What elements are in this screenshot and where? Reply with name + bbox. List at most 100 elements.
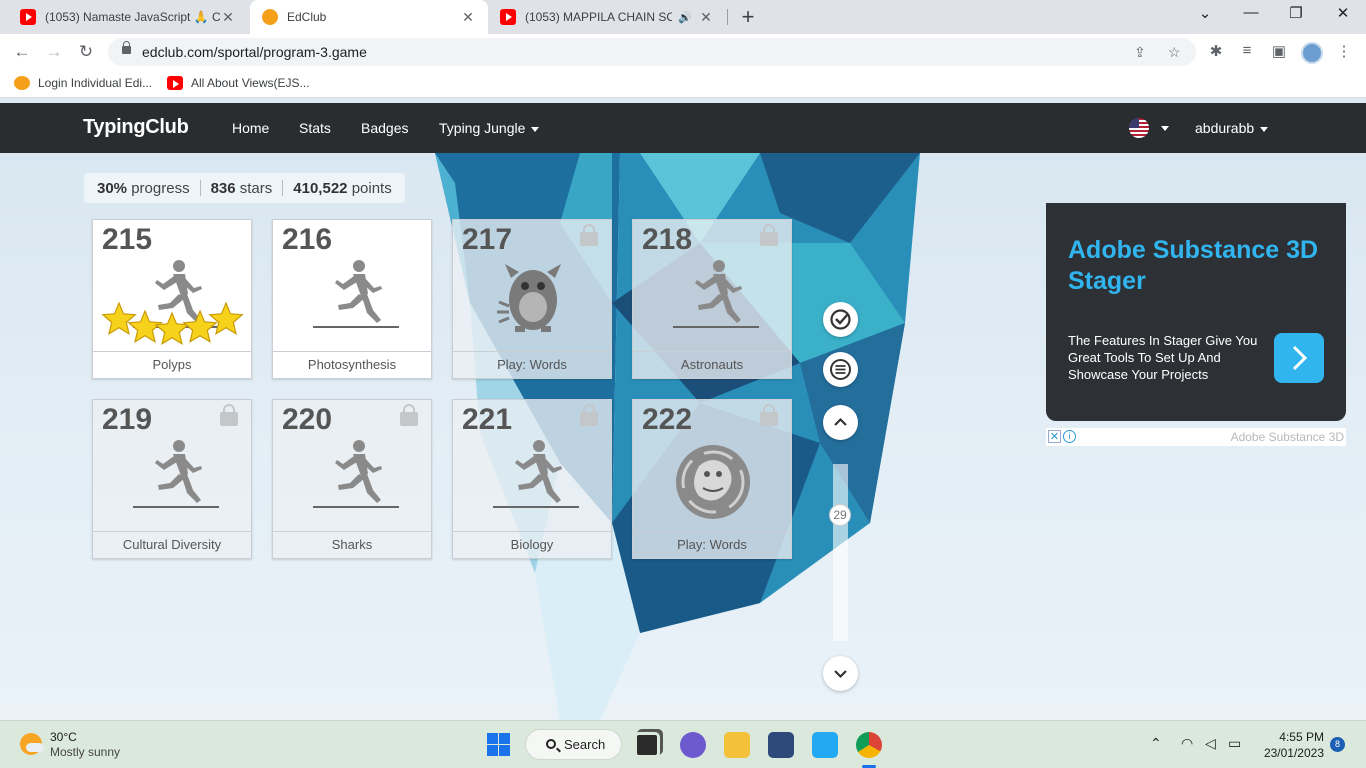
media-control-icon[interactable]: ≡ [1237, 42, 1257, 59]
tab-namaste-javascript[interactable]: (1053) Namaste JavaScript 🙏 Co ✕ [8, 0, 248, 34]
lesson-card-222[interactable]: 222 Play: Words [632, 399, 792, 559]
windows-start-button[interactable] [487, 733, 510, 756]
nav-typing-jungle[interactable]: Typing Jungle [439, 120, 540, 136]
close-icon[interactable]: ✕ [220, 9, 236, 26]
close-icon[interactable]: ✕ [698, 9, 714, 26]
nav-stats[interactable]: Stats [299, 120, 331, 136]
us-flag-icon[interactable] [1129, 118, 1149, 138]
user-menu[interactable]: abdurabb [1195, 120, 1269, 136]
lesson-card-219[interactable]: 219 Cultural Diversity [92, 399, 252, 559]
adobe-ad-banner[interactable]: Adobe Substance 3D Stager The Features I… [1046, 203, 1346, 421]
forward-button[interactable]: → [42, 40, 66, 64]
check-circle-button[interactable] [823, 302, 858, 337]
volume-icon[interactable]: ◁ [1205, 735, 1216, 752]
address-bar[interactable]: edclub.com/sportal/program-3.game ⇪ ☆ [108, 38, 1196, 66]
nav-home[interactable]: Home [232, 120, 269, 136]
lock-icon [580, 404, 598, 426]
close-icon[interactable]: ✕ [460, 9, 476, 26]
lesson-title: Biology [453, 531, 611, 558]
lesson-card-215[interactable]: 215 Polyps [92, 219, 252, 379]
tab-edclub[interactable]: EdClub ✕ [250, 0, 488, 34]
maximize-button[interactable]: ❐ [1281, 4, 1311, 22]
teams-chat-icon[interactable] [680, 732, 706, 758]
task-view-icon[interactable] [634, 732, 660, 758]
stars-label: stars [239, 179, 273, 197]
tab-search-chevron-icon[interactable]: ⌄ [1190, 4, 1220, 22]
username: abdurabb [1195, 120, 1255, 136]
window-close-button[interactable]: ✕ [1328, 4, 1358, 22]
tab-title: (1053) Namaste JavaScript 🙏 Co [45, 10, 220, 24]
share-icon[interactable]: ⇪ [1134, 44, 1146, 61]
language-caret-icon[interactable] [1161, 126, 1169, 131]
typingclub-logo[interactable]: TypingClub [83, 116, 189, 139]
youtube-icon [20, 9, 36, 25]
check-circle-icon [830, 309, 851, 330]
lesson-scroll-track[interactable] [833, 464, 848, 641]
lesson-card-216[interactable]: 216 Photosynthesis [272, 219, 432, 379]
search-icon [546, 739, 556, 749]
lesson-scroll-handle[interactable]: 29 [829, 504, 851, 526]
weather-description[interactable]: Mostly sunny [50, 745, 120, 759]
points-value: 410,522 [293, 179, 348, 197]
progress-stats: 30% progress 836 stars 410,522 points [84, 173, 405, 203]
menu-icon [830, 359, 851, 380]
weather-icon[interactable] [20, 733, 44, 755]
notification-badge[interactable]: 8 [1330, 737, 1345, 752]
lock-icon[interactable] [122, 41, 131, 54]
ad-close-icon[interactable]: ✕ [1048, 430, 1061, 443]
typingclub-page: TypingClub Home Stats Badges Typing Jung… [0, 103, 1366, 720]
reload-button[interactable]: ↻ [74, 40, 98, 64]
scroll-down-button[interactable] [823, 656, 858, 691]
bookmark-login-individual[interactable]: Login Individual Edi... [14, 76, 152, 90]
lesson-card-220[interactable]: 220 Sharks [272, 399, 432, 559]
bookmark-star-icon[interactable]: ☆ [1168, 44, 1181, 61]
search-label: Search [564, 737, 606, 752]
lesson-title: Play: Words [633, 531, 791, 558]
tab-strip: (1053) Namaste JavaScript 🙏 Co ✕ EdClub … [0, 0, 1366, 34]
edclub-icon [262, 9, 278, 25]
side-panel-icon[interactable]: ▣ [1269, 42, 1289, 60]
battery-icon[interactable]: ▭ [1228, 735, 1241, 752]
ad-arrow-button[interactable] [1274, 333, 1324, 383]
star-icon [154, 311, 190, 346]
taskbar-search[interactable]: Search [525, 729, 622, 760]
youtube-icon [167, 76, 183, 90]
file-explorer-icon[interactable] [724, 732, 750, 758]
lesson-card-218[interactable]: 218 Astronauts [632, 219, 792, 379]
clock-time: 4:55 PM [1279, 730, 1324, 744]
ad-info-icon[interactable]: i [1063, 430, 1076, 443]
bookmarks-bar: Login Individual Edi... All About Views(… [0, 70, 1366, 98]
scroll-up-button[interactable] [823, 405, 858, 440]
browser-toolbar: ← → ↻ edclub.com/sportal/program-3.game … [0, 34, 1366, 70]
weather-temperature[interactable]: 30°C [50, 730, 77, 744]
menu-button[interactable] [823, 352, 858, 387]
bookmark-all-about-views[interactable]: All About Views(EJS... [167, 76, 310, 90]
lesson-card-221[interactable]: 221 Biology [452, 399, 612, 559]
chrome-icon[interactable] [856, 732, 882, 758]
nav-badges[interactable]: Badges [361, 120, 408, 136]
lesson-card-217[interactable]: 217 Play: Words [452, 219, 612, 379]
speaker-icon[interactable]: 🔊 [678, 11, 692, 24]
lock-icon [760, 404, 778, 426]
profile-avatar[interactable] [1301, 42, 1323, 64]
back-button[interactable]: ← [10, 40, 34, 64]
runner-icon [673, 260, 759, 328]
five-stars-icon [101, 301, 244, 346]
tab-title: EdClub [287, 10, 327, 24]
chrome-menu-icon[interactable]: ⋮ [1334, 42, 1354, 60]
show-hidden-icons-chevron-icon[interactable]: ⌃ [1150, 735, 1162, 752]
ad-label[interactable]: Adobe Substance 3D [1231, 430, 1344, 444]
minimize-button[interactable]: — [1236, 4, 1266, 21]
vscode-icon[interactable] [812, 732, 838, 758]
extensions-icon[interactable]: ✱ [1206, 42, 1226, 60]
tab-title: (1053) MAPPILA CHAIN SON [525, 10, 673, 24]
tab-mappila-chain-song[interactable]: (1053) MAPPILA CHAIN SON 🔊 ✕ [488, 0, 726, 34]
wifi-icon[interactable]: ◠ [1181, 735, 1193, 752]
tab-divider [727, 9, 728, 25]
nav-typing-jungle-label: Typing Jungle [439, 120, 526, 136]
network-app-icon[interactable] [768, 732, 794, 758]
new-tab-button[interactable]: + [736, 4, 760, 30]
lock-icon [220, 404, 238, 426]
system-clock[interactable]: 4:55 PM 23/01/2023 [1262, 729, 1324, 761]
divider [282, 180, 284, 196]
